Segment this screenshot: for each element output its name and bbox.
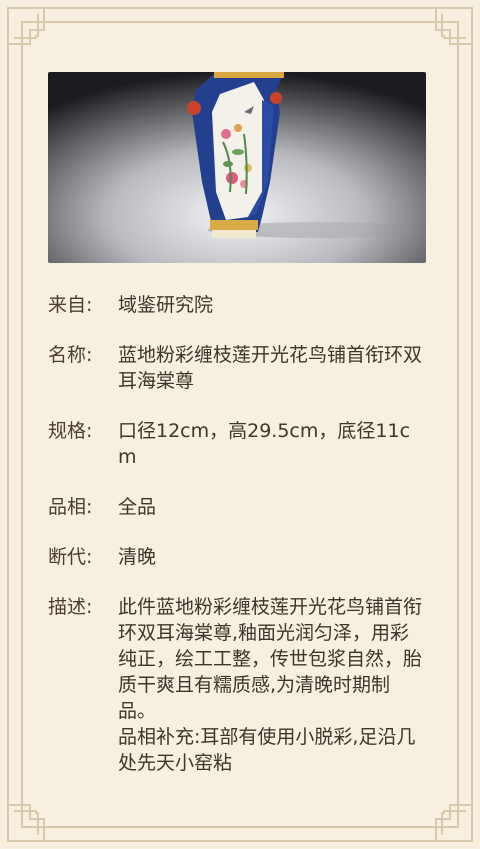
desc-supplement: 品相补充:耳部有使用小脱彩,足沿几处先天小窑粘 bbox=[118, 726, 416, 774]
source-value: 域鉴研究院 bbox=[118, 294, 214, 316]
condition-label: 品相: bbox=[48, 496, 93, 518]
source-label: 来自: bbox=[48, 294, 93, 316]
spec-value: 口径12cm，高29.5cm，底径11cm bbox=[118, 420, 411, 468]
desc-label: 描述: bbox=[48, 596, 93, 618]
detail-spec: 规格: 口径12cm，高29.5cm，底径11cm bbox=[48, 418, 428, 470]
name-value: 蓝地粉彩缠枝莲开光花鸟铺首衔环双耳海棠尊 bbox=[118, 344, 423, 392]
period-value: 清晚 bbox=[118, 546, 157, 568]
detail-source: 来自: 域鉴研究院 bbox=[48, 292, 428, 318]
detail-name: 名称: 蓝地粉彩缠枝莲开光花鸟铺首衔环双耳海棠尊 bbox=[48, 342, 428, 394]
vase-photo-icon bbox=[48, 72, 426, 263]
desc-value: 此件蓝地粉彩缠枝莲开光花鸟铺首衔环双耳海棠尊,釉面光润匀泽，用彩纯正，绘工工整，… bbox=[118, 596, 423, 722]
desc-value-container: 此件蓝地粉彩缠枝莲开光花鸟铺首衔环双耳海棠尊,釉面光润匀泽，用彩纯正，绘工工整，… bbox=[118, 594, 428, 776]
detail-period: 断代: 清晚 bbox=[48, 544, 428, 570]
period-label: 断代: bbox=[48, 546, 93, 568]
detail-description: 描述: 此件蓝地粉彩缠枝莲开光花鸟铺首衔环双耳海棠尊,釉面光润匀泽，用彩纯正，绘… bbox=[48, 594, 428, 776]
detail-condition: 品相: 全品 bbox=[48, 494, 428, 520]
details-list: 来自: 域鉴研究院 名称: 蓝地粉彩缠枝莲开光花鸟铺首衔环双耳海棠尊 规格: 口… bbox=[48, 292, 428, 800]
name-label: 名称: bbox=[48, 344, 93, 366]
product-photo bbox=[48, 72, 426, 263]
condition-value: 全品 bbox=[118, 496, 157, 518]
spec-label: 规格: bbox=[48, 420, 93, 442]
